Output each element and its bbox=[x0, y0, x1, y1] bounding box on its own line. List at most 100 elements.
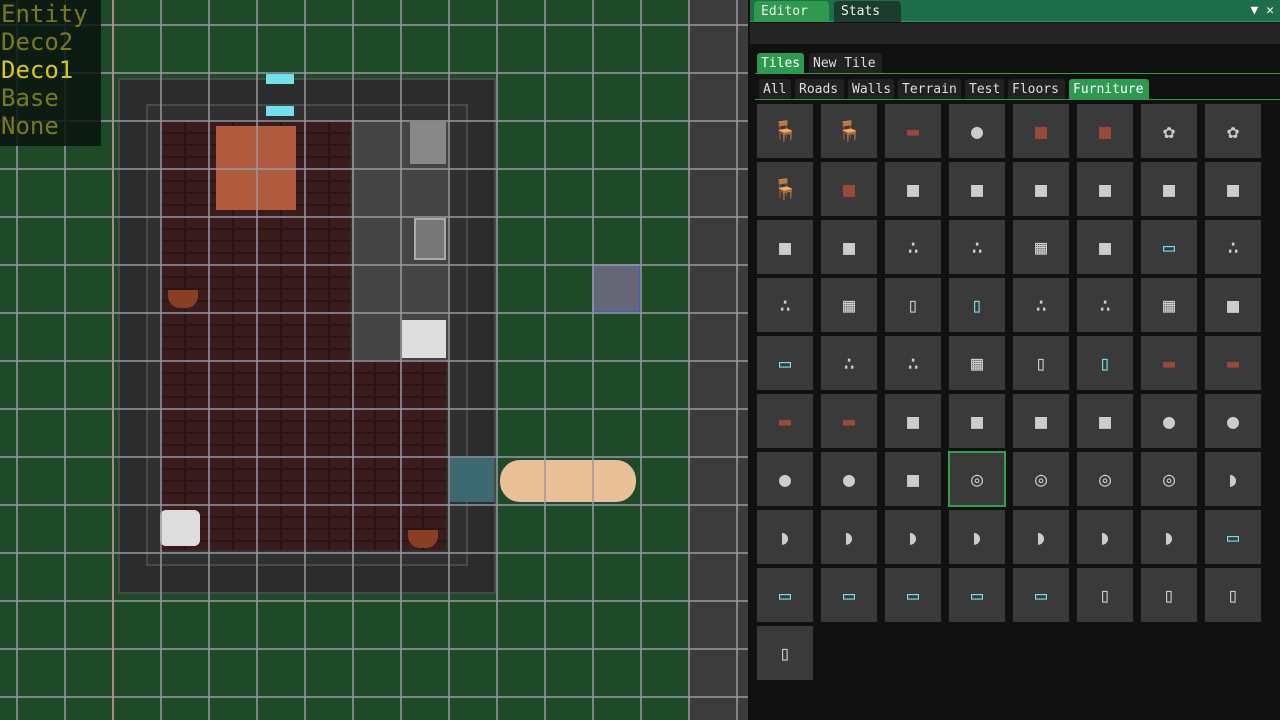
layer-deco2[interactable]: Deco2 bbox=[0, 28, 101, 56]
tile-counter[interactable]: ∴ bbox=[757, 278, 813, 332]
tile-window-vertical[interactable]: ▭ bbox=[1013, 568, 1069, 622]
tile-lamp[interactable]: ● bbox=[757, 452, 813, 506]
tab-terrain[interactable]: Terrain bbox=[898, 79, 961, 100]
tile-table-set[interactable]: ▬ bbox=[1141, 336, 1197, 390]
tile-cabinet[interactable]: ■ bbox=[1077, 220, 1133, 274]
tile-counter[interactable]: ∴ bbox=[1205, 220, 1261, 274]
tile-basin-right[interactable]: ◗ bbox=[885, 510, 941, 564]
tile-bathtub-vertical[interactable]: ■ bbox=[757, 220, 813, 274]
tab-floors[interactable]: Floors bbox=[1008, 79, 1065, 100]
dropdown-icon[interactable]: ▼ bbox=[1251, 3, 1259, 18]
tile-chair-side[interactable]: 🪑 bbox=[757, 162, 813, 216]
tile-fridge[interactable]: ▯ bbox=[885, 278, 941, 332]
tile-stool[interactable]: ■ bbox=[1077, 394, 1133, 448]
close-icon[interactable]: ✕ bbox=[1266, 3, 1274, 18]
counter-icon: ∴ bbox=[970, 235, 984, 259]
tab-stats[interactable]: Stats bbox=[834, 1, 901, 22]
tile-plant-red[interactable]: ✿ bbox=[1141, 104, 1197, 158]
tile-stove[interactable]: ▦ bbox=[821, 278, 877, 332]
tile-basin-bottom[interactable]: ◗ bbox=[821, 510, 877, 564]
layer-base[interactable]: Base bbox=[0, 84, 101, 112]
tile-basin-left[interactable]: ◗ bbox=[1013, 510, 1069, 564]
tile-table-set-horizontal[interactable]: ▬ bbox=[757, 394, 813, 448]
tile-counter[interactable]: ∴ bbox=[885, 336, 941, 390]
tile-stove[interactable]: ▦ bbox=[949, 336, 1005, 390]
tab-furniture[interactable]: Furniture bbox=[1069, 79, 1149, 100]
layer-none[interactable]: None bbox=[0, 112, 101, 140]
tile-door-horizontal[interactable]: ▯ bbox=[757, 626, 813, 680]
door-vertical-icon: ▯ bbox=[1226, 583, 1240, 607]
layer-deco1[interactable]: Deco1 bbox=[0, 56, 101, 84]
tile-counter[interactable]: ∴ bbox=[885, 220, 941, 274]
tile-counter[interactable]: ∴ bbox=[949, 220, 1005, 274]
tile-fridge[interactable]: ▯ bbox=[1013, 336, 1069, 390]
tile-wardrobe[interactable]: ■ bbox=[1077, 104, 1133, 158]
tab-tiles[interactable]: Tiles bbox=[757, 53, 804, 74]
tile-lamp-off[interactable]: ● bbox=[1205, 394, 1261, 448]
tile-counter[interactable]: ∴ bbox=[821, 336, 877, 390]
faucet-icon: ■ bbox=[1098, 177, 1112, 201]
tile-washer-side[interactable]: ◎ bbox=[1013, 452, 1069, 506]
tile-window-vertical[interactable]: ▭ bbox=[949, 568, 1005, 622]
tile-bathtub[interactable]: ■ bbox=[1205, 162, 1261, 216]
tile-basin[interactable]: ◗ bbox=[1205, 452, 1261, 506]
tile-stool[interactable]: ■ bbox=[949, 394, 1005, 448]
tile-window-pair[interactable]: ▭ bbox=[1205, 510, 1261, 564]
tile-stool[interactable]: ■ bbox=[1013, 394, 1069, 448]
tile-window-cabinet[interactable]: ▭ bbox=[1141, 220, 1197, 274]
tile-fridge-glass[interactable]: ▯ bbox=[1077, 336, 1133, 390]
tile-basin-right[interactable]: ◗ bbox=[1141, 510, 1197, 564]
tab-roads[interactable]: Roads bbox=[795, 79, 844, 100]
tile-sink[interactable]: ■ bbox=[885, 162, 941, 216]
tile-table[interactable]: ▬ bbox=[885, 104, 941, 158]
tile-door-vertical[interactable]: ▯ bbox=[1141, 568, 1197, 622]
tile-window[interactable]: ▭ bbox=[757, 336, 813, 390]
tile-stool[interactable]: ■ bbox=[885, 394, 941, 448]
tab-new-tile[interactable]: New Tile bbox=[809, 53, 882, 74]
tile-counter[interactable]: ∴ bbox=[1013, 278, 1069, 332]
tile-washer-front[interactable]: ◎ bbox=[948, 451, 1006, 507]
tab-all[interactable]: All bbox=[759, 79, 791, 100]
dresser-icon: ■ bbox=[1034, 119, 1048, 143]
tile-fishbowl[interactable]: ■ bbox=[949, 162, 1005, 216]
tile-stove[interactable]: ▦ bbox=[1141, 278, 1197, 332]
tile-dresser[interactable]: ■ bbox=[1013, 104, 1069, 158]
tile-fridge-glass[interactable]: ▯ bbox=[949, 278, 1005, 332]
tile-bench[interactable]: ■ bbox=[821, 162, 877, 216]
tile-basin-top[interactable]: ◗ bbox=[949, 510, 1005, 564]
tile-window-pair-horizontal[interactable]: ▭ bbox=[757, 568, 813, 622]
layer-entity[interactable]: Entity bbox=[0, 0, 101, 28]
tile-closet[interactable]: ■ bbox=[885, 452, 941, 506]
tile-stove[interactable]: ▦ bbox=[1013, 220, 1069, 274]
tile-faucet[interactable]: ■ bbox=[1077, 162, 1133, 216]
tile-counter[interactable]: ∴ bbox=[1077, 278, 1133, 332]
tab-walls[interactable]: Walls bbox=[848, 79, 894, 100]
tile-washer-top[interactable]: ◎ bbox=[1077, 452, 1133, 506]
tile-window-horizontal[interactable]: ▭ bbox=[821, 568, 877, 622]
counter-icon: ∴ bbox=[1034, 293, 1048, 317]
tab-editor[interactable]: Editor bbox=[754, 1, 829, 22]
tile-basin-left[interactable]: ◗ bbox=[757, 510, 813, 564]
tile-door-vertical[interactable]: ▯ bbox=[1205, 568, 1261, 622]
tile-basin-bottom[interactable]: ◗ bbox=[1077, 510, 1133, 564]
grid-line bbox=[0, 504, 748, 506]
tile-chair[interactable]: 🪑 bbox=[821, 104, 877, 158]
tile-toilet[interactable]: ■ bbox=[1141, 162, 1197, 216]
tile-door-horizontal[interactable]: ▯ bbox=[1077, 568, 1133, 622]
tile-lamp[interactable]: ● bbox=[821, 452, 877, 506]
tile-bathtub-horizontal[interactable]: ■ bbox=[821, 220, 877, 274]
tile-table-set[interactable]: ▬ bbox=[821, 394, 877, 448]
tile-table-set-vertical[interactable]: ▬ bbox=[1205, 336, 1261, 390]
map-canvas[interactable]: Entity Deco2 Deco1 Base None bbox=[0, 0, 748, 720]
tile-bottle[interactable]: ■ bbox=[1013, 162, 1069, 216]
tab-test[interactable]: Test bbox=[965, 79, 1004, 100]
tile-washer-side[interactable]: ◎ bbox=[1141, 452, 1197, 506]
window-horizontal-icon: ▭ bbox=[842, 583, 856, 607]
tile-window-horizontal[interactable]: ▭ bbox=[885, 568, 941, 622]
tile-lamp-off[interactable]: ● bbox=[1141, 394, 1197, 448]
door-horizontal-icon: ▯ bbox=[1098, 583, 1112, 607]
tile-plant-white[interactable]: ✿ bbox=[1205, 104, 1261, 158]
tile-round-lamp[interactable]: ● bbox=[949, 104, 1005, 158]
tile-cabinet[interactable]: ■ bbox=[1205, 278, 1261, 332]
tile-chair[interactable]: 🪑 bbox=[757, 104, 813, 158]
